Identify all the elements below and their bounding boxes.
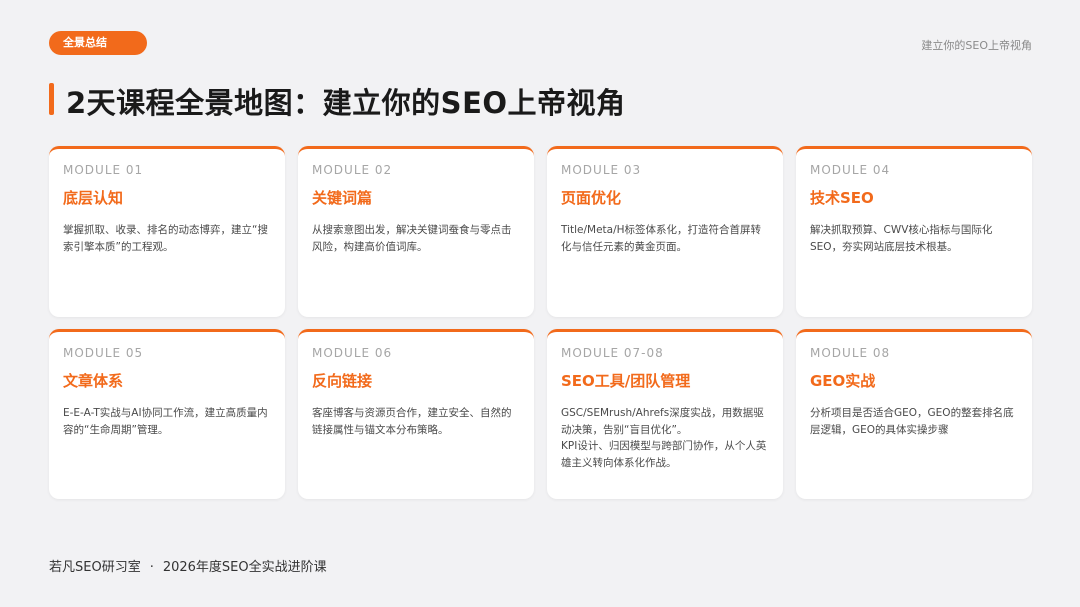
module-card-01: MODULE 01 底层认知 掌握抓取、收录、排名的动态博弈，建立“搜索引擎本质…	[49, 146, 285, 317]
module-title: 文章体系	[63, 372, 124, 390]
module-code: MODULE 04	[810, 163, 891, 177]
module-description-secondary: KPI设计、归因模型与跨部门协作，从个人英雄主义转向体系化作战。	[561, 440, 767, 469]
footer-studio: 若凡SEO研习室	[49, 560, 141, 575]
module-code: MODULE 03	[561, 163, 642, 177]
footer-separator: ·	[149, 560, 154, 575]
module-description: 从搜索意图出发，解决关键词蚕食与零点击风险，构建高价值词库。	[312, 224, 512, 253]
module-title: 技术SEO	[810, 189, 874, 207]
module-description: 解决抓取预算、CWV核心指标与国际化SEO，夯实网站底层技术根基。	[810, 224, 993, 253]
section-badge: 全景总结	[49, 31, 147, 55]
module-title: SEO工具/团队管理	[561, 372, 691, 390]
module-description: 掌握抓取、收录、排名的动态博弈，建立“搜索引擎本质”的工程观。	[63, 224, 268, 253]
module-code: MODULE 02	[312, 163, 393, 177]
module-title: 底层认知	[63, 189, 124, 207]
footer-course: 2026年度SEO全实战进阶课	[162, 560, 327, 575]
module-description: 分析项目是否适合GEO，GEO的整套排名底层逻辑，GEO的具体实操步骤	[810, 407, 1014, 436]
module-description: 客座博客与资源页合作，建立安全、自然的链接属性与锚文本分布策略。	[312, 407, 512, 436]
module-card-03: MODULE 03 页面优化 Title/Meta/H标签体系化，打造符合首屏转…	[547, 146, 783, 317]
module-description: Title/Meta/H标签体系化，打造符合首屏转化与信任元素的黄金页面。	[561, 224, 762, 253]
module-card-08: MODULE 08 GEO实战 分析项目是否适合GEO，GEO的整套排名底层逻辑…	[796, 329, 1032, 499]
footer: 若凡SEO研习室 · 2026年度SEO全实战进阶课	[49, 556, 327, 575]
module-code: MODULE 06	[312, 346, 393, 360]
title-accent-bar	[49, 83, 54, 115]
module-card-02: MODULE 02 关键词篇 从搜索意图出发，解决关键词蚕食与零点击风险，构建高…	[298, 146, 534, 317]
module-title: GEO实战	[810, 372, 876, 390]
module-grid: MODULE 01 底层认知 掌握抓取、收录、排名的动态博弈，建立“搜索引擎本质…	[49, 146, 1033, 499]
module-description: E-E-A-T实战与AI协同工作流，建立高质量内容的“生命周期”管理。	[63, 407, 268, 436]
header-subtitle: 建立你的SEO上帝视角	[921, 39, 1032, 52]
module-card-05: MODULE 05 文章体系 E-E-A-T实战与AI协同工作流，建立高质量内容…	[49, 329, 285, 499]
module-code: MODULE 01	[63, 163, 144, 177]
module-code: MODULE 07-08	[561, 346, 664, 360]
module-description: GSC/SEMrush/Ahrefs深度实战，用数据驱动决策，告别“盲目优化”。	[561, 407, 764, 436]
module-title: 关键词篇	[312, 189, 373, 207]
module-card-07-08: MODULE 07-08 SEO工具/团队管理 GSC/SEMrush/Ahre…	[547, 329, 783, 499]
module-code: MODULE 05	[63, 346, 144, 360]
module-title: 反向链接	[312, 372, 373, 390]
module-card-06: MODULE 06 反向链接 客座博客与资源页合作，建立安全、自然的链接属性与锚…	[298, 329, 534, 499]
module-code: MODULE 08	[810, 346, 891, 360]
page-title: 2天课程全景地图：建立你的SEO上帝视角	[66, 86, 626, 120]
module-title: 页面优化	[561, 189, 622, 207]
module-card-04: MODULE 04 技术SEO 解决抓取预算、CWV核心指标与国际化SEO，夯实…	[796, 146, 1032, 317]
